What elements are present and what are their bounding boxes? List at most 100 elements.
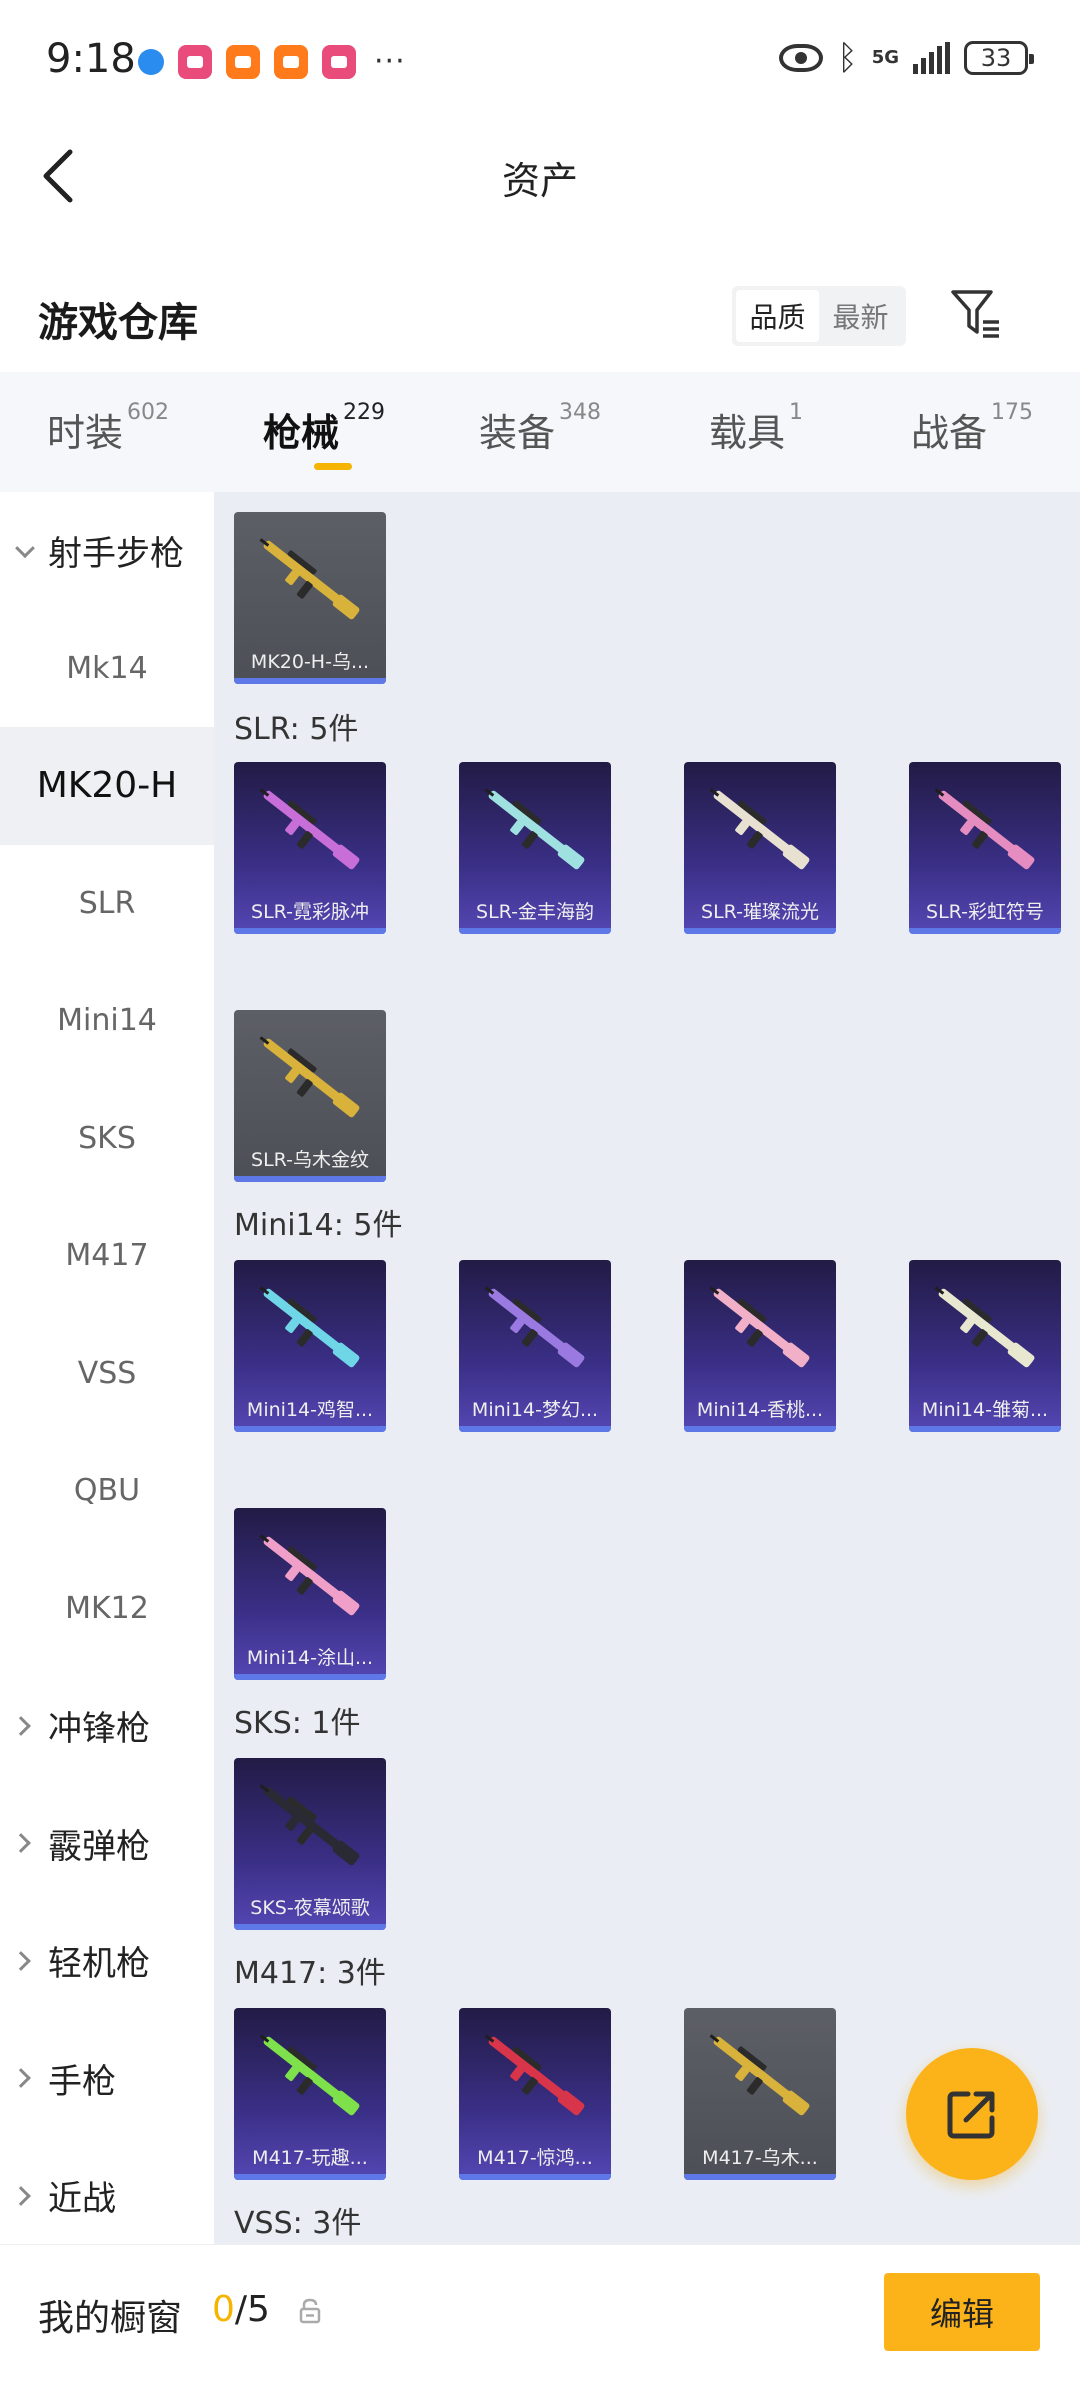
item-name: SLR-璀璨流光 — [701, 901, 819, 923]
group-label-slr: SLR: 5件 — [234, 712, 359, 747]
sidebar-item-mk14[interactable]: Mk14 — [0, 610, 214, 728]
sidebar-item-label: SKS — [78, 1120, 136, 1156]
sidebar-item-label: VSS — [77, 1355, 137, 1391]
item-card[interactable]: SLR-乌木金纹 — [234, 1010, 386, 1182]
sidebar-item-label: 射手步枪 — [48, 534, 184, 575]
item-card[interactable]: MK20-H-乌... — [234, 512, 386, 684]
sidebar-item-label: MK20-H — [36, 765, 178, 807]
sidebar-item-mk12[interactable]: MK12 — [0, 1550, 214, 1668]
item-name: SLR-乌木金纹 — [251, 1149, 369, 1171]
sidebar-item-label: QBU — [73, 1473, 141, 1509]
sidebar-group-melee[interactable]: 近战 — [0, 2137, 214, 2255]
sidebar-item-mini14[interactable]: Mini14 — [0, 962, 214, 1080]
sidebar-group-lmg[interactable]: 轻机枪 — [0, 1902, 214, 2020]
edit-button[interactable]: 编辑 — [884, 2273, 1040, 2351]
share-button[interactable] — [906, 2048, 1038, 2180]
status-more: ··· — [374, 44, 406, 79]
filter-icon[interactable] — [950, 286, 1002, 344]
header: 资产 — [0, 120, 1080, 230]
item-name: M417-乌木... — [702, 2147, 818, 2169]
tab-count: 602 — [127, 400, 169, 425]
sidebar-item-qbu[interactable]: QBU — [0, 1432, 214, 1550]
sidebar-item-label: 手枪 — [48, 2061, 116, 2102]
chevron-right-icon — [11, 2068, 31, 2089]
rifle-icon — [484, 1286, 585, 1368]
tab-label: 战备 — [910, 411, 987, 455]
rifle-icon — [259, 1036, 360, 1118]
tab-costume[interactable]: 时装 602 — [0, 372, 216, 492]
sidebar-item-slr[interactable]: SLR — [0, 845, 214, 963]
sidebar-item-label: 近战 — [48, 2179, 116, 2220]
item-card[interactable]: Mini14-梦幻... — [459, 1260, 611, 1432]
tab-vehicles[interactable]: 载具 1 — [648, 372, 864, 492]
page-title: 资产 — [501, 159, 578, 203]
item-name: MK20-H-乌... — [250, 651, 370, 673]
tab-label: 时装 — [46, 411, 123, 455]
warehouse-title: 游戏仓库 — [38, 300, 198, 346]
sidebar-group-shotgun[interactable]: 霰弹枪 — [0, 1785, 214, 1903]
item-card[interactable]: SLR-璀璨流光 — [684, 762, 836, 934]
tab-label: 载具 — [708, 411, 785, 455]
network-type: 5G — [871, 47, 899, 68]
share-external-icon — [947, 2091, 995, 2139]
item-name: SLR-霓彩脉冲 — [251, 901, 369, 923]
tab-underline — [314, 463, 352, 470]
battery-icon: 33 — [964, 41, 1034, 75]
item-card[interactable]: M417-惊鸿... — [459, 2008, 611, 2180]
rifle-icon — [484, 2034, 585, 2116]
chevron-right-icon — [11, 2185, 31, 2206]
item-name: Mini14-雏菊... — [921, 1399, 1049, 1421]
group-label-mini14: Mini14: 5件 — [234, 1208, 403, 1243]
sidebar-item-vss[interactable]: VSS — [0, 1315, 214, 1433]
item-name: SLR-金丰海韵 — [476, 901, 594, 923]
tab-equipment[interactable]: 装备 348 — [432, 372, 648, 492]
sidebar-item-sks[interactable]: SKS — [0, 1080, 214, 1198]
lock-icon — [299, 2298, 321, 2324]
sort-newest-button[interactable]: 最新 — [819, 290, 902, 342]
app-orange-icon — [226, 44, 260, 79]
app-orange-icon — [274, 44, 308, 79]
rifle-icon — [484, 788, 585, 870]
sidebar-group-marksman[interactable]: 射手步枪 — [0, 492, 214, 610]
item-name: SKS-夜幕颂歌 — [250, 1897, 370, 1919]
sidebar-group-pistol[interactable]: 手枪 — [0, 2020, 214, 2138]
item-card[interactable]: Mini14-涂山... — [234, 1508, 386, 1680]
sidebar-item-mk20h[interactable]: MK20-H — [0, 727, 214, 845]
sidebar-item-label: Mk14 — [66, 650, 148, 686]
item-card[interactable]: Mini14-鸡智... — [234, 1260, 386, 1432]
status-right: ᛒ 5G 33 — [779, 38, 1034, 78]
rifle-icon — [709, 788, 810, 870]
item-card[interactable]: M417-玩趣... — [234, 2008, 386, 2180]
sidebar-item-m417[interactable]: M417 — [0, 1197, 214, 1315]
group-label-m417: M417: 3件 — [234, 1956, 386, 1991]
chevron-down-icon — [15, 538, 35, 558]
tab-supplies[interactable]: 战备 175 — [864, 372, 1080, 492]
showcase-total: /5 — [234, 2289, 270, 2330]
sidebar-group-smg[interactable]: 冲锋枪 — [0, 1667, 214, 1785]
rifle-icon — [259, 1286, 360, 1368]
item-card[interactable]: Mini14-香桃... — [684, 1260, 836, 1432]
item-card[interactable]: SLR-霓彩脉冲 — [234, 762, 386, 934]
item-name: Mini14-涂山... — [246, 1647, 374, 1669]
sidebar-item-label: M417 — [65, 1238, 149, 1274]
item-card[interactable]: SKS-夜幕颂歌 — [234, 1758, 386, 1930]
chevron-right-icon — [11, 1833, 31, 1854]
chevron-right-icon — [11, 1715, 31, 1736]
rifle-icon — [259, 2034, 360, 2116]
tab-guns[interactable]: 枪械 229 — [216, 372, 432, 492]
item-card[interactable]: SLR-彩虹符号 — [909, 762, 1061, 934]
item-card[interactable]: M417-乌木... — [684, 2008, 836, 2180]
item-card[interactable]: SLR-金丰海韵 — [459, 762, 611, 934]
tab-label: 枪械 — [262, 411, 339, 455]
item-name: Mini14-梦幻... — [471, 1399, 599, 1421]
item-name: SLR-彩虹符号 — [926, 901, 1044, 923]
sort-quality-button[interactable]: 品质 — [736, 290, 819, 342]
status-bar: 9:18 ··· ᛒ 5G 33 — [0, 0, 1080, 120]
browser-dot-icon — [138, 48, 164, 75]
item-card[interactable]: Mini14-雏菊... — [909, 1260, 1061, 1432]
sidebar-item-label: 轻机枪 — [48, 1944, 150, 1985]
app-pink-icon — [322, 44, 356, 79]
showcase-current: 0 — [212, 2289, 235, 2330]
category-tabs: 时装 602 枪械 229 装备 348 载具 1 战备 175 — [0, 372, 1080, 492]
rifle-icon — [259, 1534, 360, 1616]
